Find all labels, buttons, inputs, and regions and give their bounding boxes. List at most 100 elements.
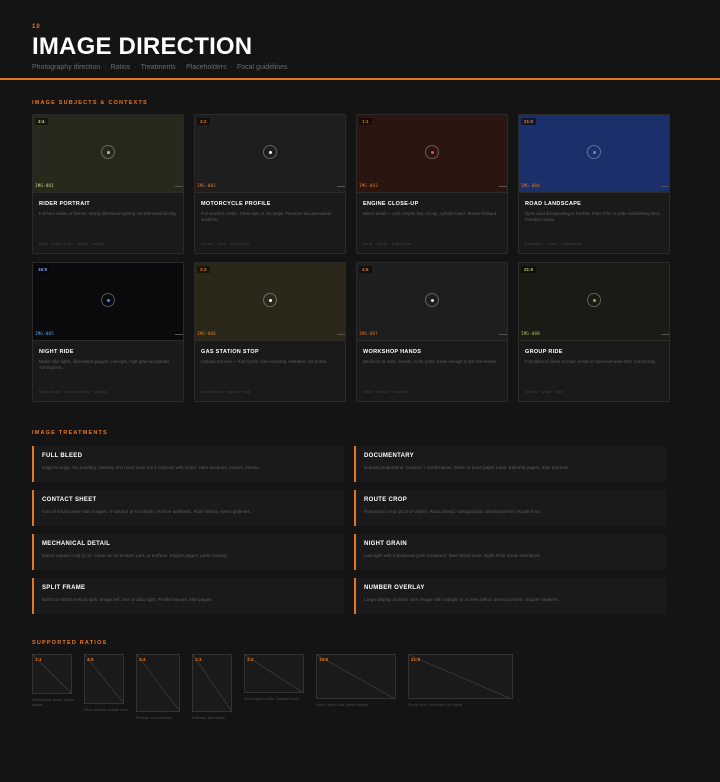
ratio-caption: Rider portrait, mobile hero: [84, 708, 128, 712]
image-placeholder: 4:5 IMG-007: [357, 263, 507, 341]
focal-point-icon: [263, 145, 277, 159]
treatment-name: MECHANICAL DETAIL: [42, 541, 111, 547]
focal-point-icon: [263, 293, 277, 307]
subject-description: Full face visible or helmet; strong dire…: [39, 211, 178, 216]
image-code: IMG-002: [197, 183, 216, 188]
section-label-treatments: IMAGE TREATMENTS: [32, 430, 108, 436]
subtitle-separator: ·: [179, 64, 183, 71]
subject-tags: Freedom · wide · expansive: [525, 241, 583, 246]
subject-description: Macro detail — carb, engine fins, oil ca…: [363, 211, 498, 216]
page-header: 10 IMAGE DIRECTION Photography direction…: [0, 0, 720, 80]
ratio-swatch: 3:4: [136, 654, 180, 712]
focal-point-icon: [587, 145, 601, 159]
ratio-label: 3:4: [139, 657, 146, 662]
treatment-name: FULL BLEED: [42, 453, 83, 459]
image-code: IMG-003: [359, 183, 378, 188]
subject-grid: 3:4 IMG-001 RIDER PORTRAIT Full face visibl…: [32, 114, 672, 402]
divider-tick: [337, 334, 345, 335]
focal-point-icon: [587, 293, 601, 307]
subject-tags: Americana · warm · real: [201, 389, 251, 394]
treatment-description: Edge-to-edge. No padding. Overlay text m…: [42, 465, 261, 470]
treatment-card: FULL BLEED Edge-to-edge. No padding. Over…: [32, 446, 344, 482]
image-placeholder: 21:9 IMG-004: [519, 115, 669, 193]
image-code: IMG-008: [521, 331, 540, 336]
subject-tags: Neat · gritty · industrial: [363, 241, 412, 246]
ratio-caption: Portrait, documentary: [136, 716, 173, 720]
subject-description: Open road disappearing to horizon. Rider…: [525, 211, 661, 222]
treatment-card: MECHANICAL DETAIL Macro square crop (1:1)…: [32, 534, 344, 570]
treatment-card: SPLIT FRAME 50/50 or 60/40 vertical split…: [32, 578, 344, 614]
subject-name: ENGINE CLOSE-UP: [363, 201, 419, 207]
focal-point-icon: [101, 293, 115, 307]
ratio-badge: 3:2: [197, 118, 210, 125]
subject-name: NIGHT RIDE: [39, 349, 74, 355]
subject-card: 21:9 IMG-004 ROAD LANDSCAPE Open road disap…: [518, 114, 670, 254]
subject-tags: Blue-black · neon accent · grainy: [39, 389, 108, 394]
image-code: IMG-005: [35, 331, 54, 336]
divider-tick: [661, 186, 669, 187]
subject-tags: Neat · tactile · honest: [363, 389, 408, 394]
image-code: IMG-004: [521, 183, 540, 188]
ratio-badge: 3:4: [35, 118, 48, 125]
ratio-label: 1:1: [35, 657, 42, 662]
focal-point-icon: [425, 145, 439, 159]
page-number: 10: [32, 24, 41, 30]
image-placeholder: 1:1 IMG-003: [357, 115, 507, 193]
subject-card: 3:2 IMG-002 MOTORCYCLE PROFILE Full machine…: [194, 114, 346, 254]
treatment-description: Grid of small same-ratio images. 4-colum…: [42, 509, 252, 514]
ratio-label: 21:9: [411, 657, 421, 662]
focal-point-icon: [425, 293, 439, 307]
treatment-name: SPLIT FRAME: [42, 585, 86, 591]
subject-card: 4:5 IMG-007 WORKSHOP HANDS Mechanic at work…: [356, 262, 508, 402]
subject-description: Mechanic at work. Grease, tools, parts. …: [363, 359, 498, 364]
divider-tick: [499, 334, 507, 335]
subject-name: GROUP RIDE: [525, 349, 563, 355]
subtitle-item: Treatments: [140, 64, 176, 71]
subject-name: GAS STATION STOP: [201, 349, 259, 355]
page-title: IMAGE DIRECTION: [32, 33, 253, 60]
subject-card: 1:1 IMG-003 ENGINE CLOSE-UP Macro detail — …: [356, 114, 508, 254]
image-placeholder: 3:2 IMG-002: [195, 115, 345, 193]
ratio-label: 3:2: [247, 657, 254, 662]
ratio-swatch: 4:5: [84, 654, 124, 704]
subject-tags: Clean · neat · technical: [201, 241, 250, 246]
image-code: IMG-007: [359, 331, 378, 336]
treatment-card: CONTACT SHEET Grid of small same-ratio im…: [32, 490, 344, 526]
treatment-description: 50/50 or 60/40 vertical split. Image lef…: [42, 597, 213, 602]
ratio-caption: Video, wide card, event banner: [316, 703, 369, 707]
subject-description: Formation of riders on road. Aerial or r…: [525, 359, 656, 364]
focal-point-icon: [101, 145, 115, 159]
subject-card: 3:4 IMG-001 RIDER PORTRAIT Full face visibl…: [32, 114, 184, 254]
subtitle-item: Photography direction: [32, 64, 101, 71]
subject-description: Cultural moment — fuel nozzle, bike crow…: [201, 359, 328, 364]
treatment-name: DOCUMENTARY: [364, 453, 414, 459]
subject-name: RIDER PORTRAIT: [39, 201, 90, 207]
ratio-badge: 4:5: [359, 266, 372, 273]
ratio-badge: 21:9: [521, 266, 537, 273]
subtitle-separator: ·: [134, 64, 137, 71]
subtitle-item: Focal guidelines: [236, 64, 288, 71]
treatment-card: ROUTE CROP Panoramic crop (21:9 or wider)…: [354, 490, 666, 526]
ratio-swatch: 21:9: [408, 654, 513, 699]
ratio-label: 16:9: [319, 657, 329, 662]
treatment-grid: FULL BLEED Edge-to-edge. No padding. Over…: [32, 446, 672, 614]
treatment-card: NUMBER OVERLAY Large display number over …: [354, 578, 666, 614]
divider-tick: [499, 186, 507, 187]
treatment-name: NIGHT GRAIN: [364, 541, 407, 547]
ratio-swatch: 2:3: [192, 654, 232, 712]
subject-tags: Aerial · wide · flow: [525, 389, 564, 394]
image-code: IMG-001: [35, 183, 54, 188]
ratio-swatch: 1:1: [32, 654, 72, 694]
diagonal-line: [409, 655, 511, 698]
divider-tick: [661, 334, 669, 335]
treatment-card: NIGHT GRAIN Low-light with intentional gr…: [354, 534, 666, 570]
ratio-caption: Route hero, cinematic, full bleed: [408, 703, 463, 707]
ratio-caption: Editorial, tall inserts: [192, 716, 225, 720]
treatment-description: Panoramic crop (21:9 or wider). Road ahe…: [364, 509, 542, 514]
subject-card: 3:2 IMG-006 GAS STATION STOP Cultural momen…: [194, 262, 346, 402]
image-placeholder: 21:9 IMG-008: [519, 263, 669, 341]
diagonal-line: [317, 655, 395, 698]
subtitle-item: Placeholders: [186, 64, 227, 71]
subject-card: 16:9 IMG-005 NIGHT RIDE Motion blur lights,…: [32, 262, 184, 402]
image-code: IMG-006: [197, 331, 216, 336]
